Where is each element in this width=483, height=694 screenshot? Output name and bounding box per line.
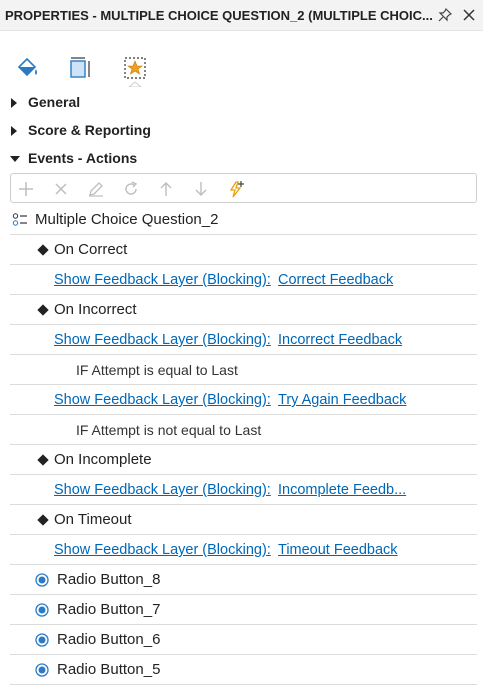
- action-row[interactable]: Show Feedback Layer (Blocking): Try Agai…: [10, 385, 477, 415]
- radio-button-label: Radio Button_6: [57, 631, 161, 648]
- pin-icon[interactable]: [438, 8, 452, 22]
- event-label: On Correct: [54, 241, 128, 258]
- radio-button-icon: [35, 663, 49, 677]
- action-target-link[interactable]: Try Again Feedback: [278, 392, 406, 408]
- action-link[interactable]: Show Feedback Layer (Blocking):: [54, 542, 271, 558]
- diamond-icon: [37, 454, 49, 466]
- section-score-reporting[interactable]: Score & Reporting: [0, 120, 483, 142]
- radio-button-label: Radio Button_7: [57, 601, 161, 618]
- section-events-actions[interactable]: Events - Actions: [0, 148, 483, 170]
- new-trigger-icon[interactable]: [227, 180, 245, 198]
- event-on-timeout[interactable]: On Timeout: [10, 505, 477, 535]
- edit-icon[interactable]: [87, 180, 105, 198]
- radio-button-icon: [35, 603, 49, 617]
- condition-label: IF Attempt is not equal to Last: [76, 422, 262, 438]
- action-target-link[interactable]: Timeout Feedback: [278, 542, 398, 558]
- event-on-incorrect[interactable]: On Incorrect: [10, 295, 477, 325]
- radio-button-icon: [35, 633, 49, 647]
- radio-button-label: Radio Button_8: [57, 571, 161, 588]
- diamond-icon: [37, 514, 49, 526]
- action-row[interactable]: Show Feedback Layer (Blocking): Correct …: [10, 265, 477, 295]
- redo-icon[interactable]: [122, 180, 140, 198]
- section-score-reporting-label: Score & Reporting: [28, 122, 151, 138]
- diamond-icon: [37, 244, 49, 256]
- event-on-incomplete[interactable]: On Incomplete: [10, 445, 477, 475]
- move-down-icon[interactable]: [192, 180, 210, 198]
- action-target-link[interactable]: Incorrect Feedback: [278, 332, 402, 348]
- action-target-link[interactable]: Correct Feedback: [278, 272, 393, 288]
- event-on-correct[interactable]: On Correct: [10, 235, 477, 265]
- close-icon[interactable]: [462, 8, 476, 22]
- radio-button-row[interactable]: Radio Button_8: [10, 565, 477, 595]
- action-row[interactable]: Show Feedback Layer (Blocking): Incorrec…: [10, 325, 477, 355]
- chevron-right-icon: [11, 98, 17, 108]
- event-label: On Timeout: [54, 511, 132, 528]
- radio-button-label: Radio Button_5: [57, 661, 161, 678]
- delete-icon[interactable]: [52, 180, 70, 198]
- radio-button-row[interactable]: Radio Button_7: [10, 595, 477, 625]
- action-link[interactable]: Show Feedback Layer (Blocking):: [54, 332, 271, 348]
- paint-bucket-icon[interactable]: [14, 55, 40, 81]
- property-tabs: [0, 31, 483, 87]
- interaction-star-icon[interactable]: [122, 55, 148, 81]
- condition-label: IF Attempt is equal to Last: [76, 362, 238, 378]
- action-link[interactable]: Show Feedback Layer (Blocking):: [54, 272, 271, 288]
- event-label: On Incorrect: [54, 301, 137, 318]
- section-events-actions-label: Events - Actions: [28, 150, 138, 166]
- panel-title: PROPERTIES - MULTIPLE CHOICE QUESTION_2 …: [5, 8, 433, 23]
- chevron-right-icon: [11, 126, 17, 136]
- event-label: On Incomplete: [54, 451, 152, 468]
- radio-button-row[interactable]: Radio Button_5: [10, 655, 477, 685]
- section-general-label: General: [28, 94, 81, 110]
- action-row[interactable]: Show Feedback Layer (Blocking): Timeout …: [10, 535, 477, 565]
- tree-root-row[interactable]: Multiple Choice Question_2: [10, 205, 477, 235]
- condition-row[interactable]: IF Attempt is not equal to Last: [10, 415, 477, 445]
- active-tab-indicator: [128, 81, 142, 87]
- add-icon[interactable]: [17, 180, 35, 198]
- move-up-icon[interactable]: [157, 180, 175, 198]
- radio-button-icon: [35, 573, 49, 587]
- panel-title-bar: PROPERTIES - MULTIPLE CHOICE QUESTION_2 …: [0, 0, 483, 31]
- action-row[interactable]: Show Feedback Layer (Blocking): Incomple…: [10, 475, 477, 505]
- chevron-down-icon: [10, 156, 20, 162]
- action-link[interactable]: Show Feedback Layer (Blocking):: [54, 482, 271, 498]
- condition-row[interactable]: IF Attempt is equal to Last: [10, 355, 477, 385]
- action-target-link[interactable]: Incomplete Feedb...: [278, 482, 406, 498]
- size-position-icon[interactable]: [68, 55, 94, 81]
- actions-toolbar: [10, 173, 477, 203]
- diamond-icon: [37, 304, 49, 316]
- radio-button-row[interactable]: Radio Button_6: [10, 625, 477, 655]
- question-list-icon: [12, 213, 27, 226]
- tree-root-label: Multiple Choice Question_2: [35, 211, 219, 228]
- action-link[interactable]: Show Feedback Layer (Blocking):: [54, 392, 271, 408]
- section-general[interactable]: General: [0, 92, 483, 114]
